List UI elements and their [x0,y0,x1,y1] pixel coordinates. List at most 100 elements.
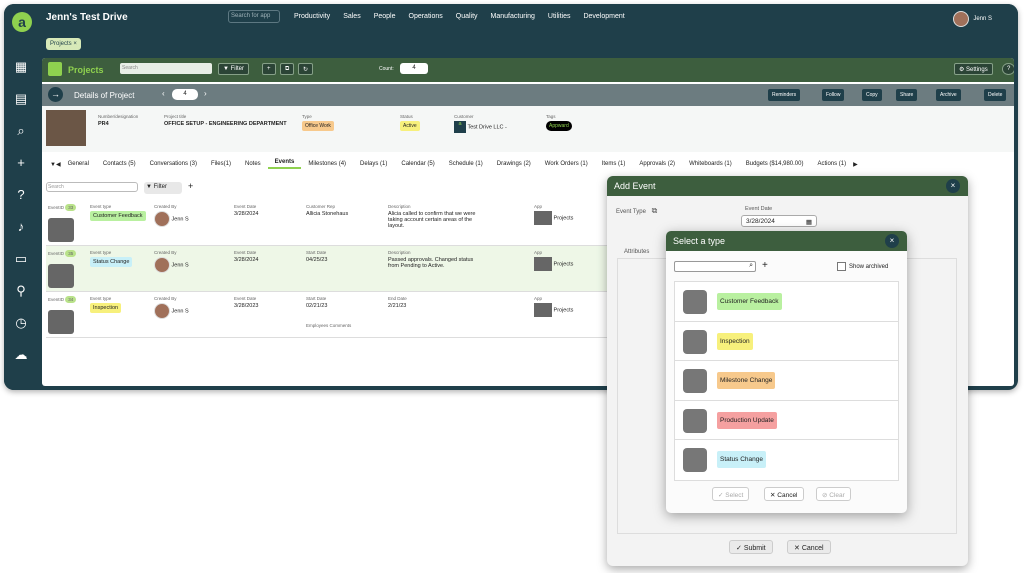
nav-productivity[interactable]: Productivity [294,13,330,20]
tab-work-orders[interactable]: Work Orders (1) [538,161,595,167]
refresh-icon[interactable]: ↻ [298,63,314,75]
cancel-button[interactable]: ✕ Cancel [764,487,804,501]
activity-icon[interactable]: ⚲ [12,282,30,300]
tab-conversations[interactable]: Conversations (3) [143,161,204,167]
events-filter-button[interactable]: ▼ Filter [144,182,182,194]
event-type-label: Event Type ⧉ [616,206,658,215]
nav-quality[interactable]: Quality [456,13,478,20]
nav-development[interactable]: Development [583,13,624,20]
tab-milestones[interactable]: Milestones (4) [301,161,353,167]
tab-calendar[interactable]: Calendar (5) [394,161,441,167]
add-icon[interactable]: + [12,154,30,172]
close-icon[interactable]: × [946,179,960,193]
attributes-label: Attributes [624,249,650,255]
nav-manufacturing[interactable]: Manufacturing [491,13,535,20]
app-search-input[interactable]: Search for app [228,10,280,23]
projects-search-input[interactable]: Search [120,63,212,74]
copy-button[interactable]: Copy [862,89,882,101]
avatar [154,257,170,273]
apps-grid-icon[interactable]: ▦ [12,58,30,76]
projects-chip[interactable]: Projects × [46,38,81,50]
filter-button[interactable]: ▼ Filter [218,63,249,75]
event-date-input[interactable]: 3/28/2024 ▦ [741,215,817,227]
milestone-change-icon [683,369,707,393]
archive-button[interactable]: Archive [936,89,961,101]
page-number: 4 [172,89,198,100]
help-icon[interactable]: ? [12,186,30,204]
field-tags: Tags Appward [546,114,572,131]
left-rail: a ▦ ▤ ⌕ + ? ♪ ▭ ⚲ ◷ ☁ [4,4,38,390]
tab-files[interactable]: Files(1) [204,161,238,167]
delete-button[interactable]: Delete [984,89,1007,101]
follow-button[interactable]: Follow [822,89,845,101]
bell-icon[interactable]: ♪ [12,218,30,236]
list-item[interactable]: Production Update [675,400,898,440]
tab-items[interactable]: Items (1) [595,161,633,167]
tabs-next-icon[interactable]: ▶ [853,161,858,168]
tab-delays[interactable]: Delays (1) [353,161,394,167]
upload-icon[interactable]: ☁ [12,346,30,364]
events-search-input[interactable]: Search [46,182,138,192]
select-button[interactable]: ✓ Select [712,487,750,501]
field-status: Status Active [400,114,420,131]
app-title: Jenn's Test Drive [46,12,128,23]
user-menu[interactable]: Jenn S [953,11,992,27]
projects-title: Projects [68,65,104,75]
list-item[interactable]: Customer Feedback [675,282,898,322]
filter-label: Filter [230,66,244,72]
share-button[interactable]: Share [896,89,918,101]
nav-sales[interactable]: Sales [343,13,361,20]
event-date-label: Event Date [745,206,773,212]
tab-whiteboards[interactable]: Whiteboards (1) [682,161,739,167]
add-button[interactable]: + [262,63,276,75]
reminders-button[interactable]: Reminders [768,89,801,101]
events-add-icon[interactable]: + [188,181,193,191]
tab-general[interactable]: General [61,161,96,167]
tabs-collapse-icon[interactable]: ▼◀ [50,161,61,168]
help-icon[interactable]: ? [1002,63,1014,75]
cancel-button[interactable]: ✕ Cancel [787,540,831,554]
search-icon[interactable]: ⌕ [12,122,30,140]
back-arrow-icon[interactable]: → [48,87,63,102]
type-search-input[interactable]: ⌕ [674,261,756,272]
prev-icon[interactable]: ‹ [162,89,165,98]
nav-operations[interactable]: Operations [409,13,443,20]
tab-schedule[interactable]: Schedule (1) [442,161,490,167]
submit-button[interactable]: ✓ Submit [729,540,773,554]
tab-contacts[interactable]: Contacts (5) [96,161,143,167]
tab-actions[interactable]: Actions (1) [810,161,853,167]
add-event-title: Add Event [607,176,968,196]
field-number: Number/designation PR4 [98,114,139,127]
tab-budgets[interactable]: Budgets ($14,980.00) [739,161,811,167]
user-name: Jenn S [973,16,992,22]
dashboard-icon[interactable]: ▤ [12,90,30,108]
chat-icon[interactable]: ▭ [12,250,30,268]
clock-icon[interactable]: ◷ [12,314,30,332]
tab-strip: ▼◀ General Contacts (5) Conversations (3… [42,156,1014,172]
details-bar: → Details of Project ‹ 4 › Reminders Fol… [42,84,1014,106]
list-item[interactable]: Milestone Change [675,361,898,401]
tab-notes[interactable]: Notes [238,161,268,167]
app-icon [534,257,552,271]
nav-people[interactable]: People [374,13,396,20]
next-icon[interactable]: › [204,89,207,98]
avatar [154,211,170,227]
external-link-icon[interactable]: ⧉ [652,206,658,215]
inspection-icon [683,329,707,354]
close-icon[interactable]: × [885,234,899,248]
tab-approvals[interactable]: Approvals (2) [632,161,682,167]
tab-events[interactable]: Events [267,159,302,169]
list-item[interactable]: Inspection [675,321,898,361]
settings-button[interactable]: ⚙ Settings [954,63,993,75]
top-bar: Jenn's Test Drive Search for app Product… [38,4,1018,36]
nav-utilities[interactable]: Utilities [548,13,571,20]
add-type-icon[interactable]: + [762,260,768,271]
list-item[interactable]: Status Change [675,440,898,480]
copy-icon[interactable]: ⧉ [280,63,295,75]
tab-drawings[interactable]: Drawings (2) [490,161,538,167]
show-archived-checkbox[interactable]: Show archived [837,262,888,271]
logo[interactable]: a [12,12,32,32]
type-list: Customer Feedback Inspection Milestone C… [674,281,899,481]
clear-button[interactable]: ⊘ Clear [816,487,851,501]
app-icon [534,303,552,317]
